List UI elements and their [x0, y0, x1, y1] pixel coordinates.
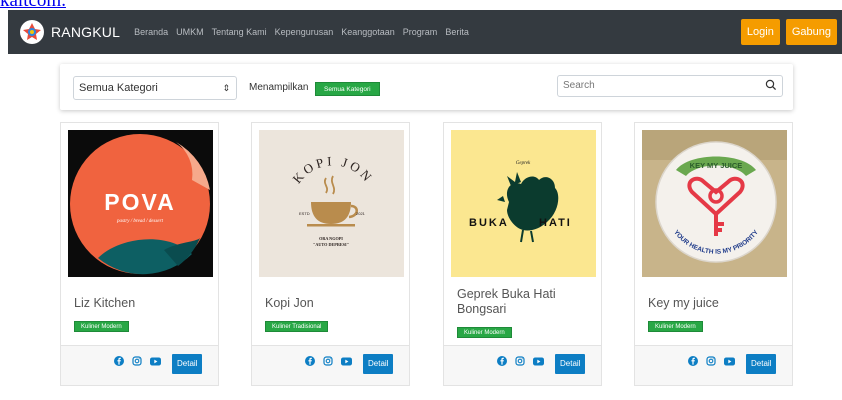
youtube-icon[interactable]: [533, 357, 544, 366]
showing-label: Menampilkan: [249, 82, 309, 93]
nav-link-kepengurusan[interactable]: Kepengurusan: [275, 27, 334, 37]
nav-link-program[interactable]: Program: [403, 27, 438, 37]
social-links: [497, 356, 552, 366]
youtube-icon[interactable]: [150, 357, 161, 366]
umkm-card: KEY MY JUICE YOUR HEALTH IS MY PRIORITY …: [634, 122, 793, 386]
detail-button[interactable]: Detail: [172, 354, 203, 374]
facebook-icon[interactable]: [114, 356, 124, 366]
card-logo-image: POVA pastry / bread / dessert: [68, 130, 213, 277]
nav-link-umkm[interactable]: UMKM: [176, 27, 204, 37]
nav-link-tentang-kami[interactable]: Tentang Kami: [212, 27, 267, 37]
category-select[interactable]: Semua Kategori ⇕: [73, 76, 237, 100]
nav-links: Beranda UMKM Tentang Kami Kepengurusan K…: [134, 27, 477, 37]
page: kaltcom. RANGKUL Beranda UMKM Tentang Ka…: [0, 0, 842, 400]
nav-link-beranda[interactable]: Beranda: [134, 27, 168, 37]
nav-actions: Login Gabung: [735, 19, 837, 45]
instagram-icon[interactable]: [706, 356, 716, 366]
join-button[interactable]: Gabung: [785, 19, 837, 45]
umkm-card: POVA pastry / bread / dessert Liz Kitche…: [60, 122, 219, 386]
card-title[interactable]: Geprek Buka Hati Bongsari: [457, 287, 592, 317]
category-badge: Kuliner Modern: [74, 321, 129, 332]
detail-button[interactable]: Detail: [555, 354, 586, 374]
top-strip: kaltcom.: [0, 0, 842, 10]
facebook-icon[interactable]: [688, 356, 698, 366]
card-title[interactable]: Kopi Jon: [265, 296, 314, 311]
kopi-jon-year: 2021: [356, 211, 366, 216]
select-caret-icon: ⇕: [222, 83, 230, 93]
category-badge: Kuliner Modern: [457, 327, 512, 338]
instagram-icon[interactable]: [323, 356, 333, 366]
card-title[interactable]: Key my juice: [648, 296, 719, 311]
geprek-logo-top: Geprek: [516, 161, 531, 166]
pova-logo-subtext: pastry / bread / dessert: [116, 219, 164, 224]
geprek-logo-right: HATI: [539, 217, 572, 229]
pova-logo-text: POVA: [104, 189, 175, 215]
search-icon[interactable]: [765, 79, 777, 91]
next-row-peek: [60, 394, 794, 400]
detail-button[interactable]: Detail: [746, 354, 777, 374]
nav-link-keanggotaan[interactable]: Keanggotaan: [341, 27, 395, 37]
login-button[interactable]: Login: [740, 19, 780, 45]
showing-badge: Semua Kategori: [315, 82, 380, 96]
category-badge: Kuliner Tradisional: [265, 321, 329, 332]
brand[interactable]: RANGKUL: [20, 20, 120, 44]
kopi-jon-tagline-1: ORA NGOPI: [319, 236, 343, 241]
social-links: [305, 356, 360, 366]
youtube-icon[interactable]: [341, 357, 352, 366]
facebook-icon[interactable]: [497, 356, 507, 366]
geprek-logo-left: BUKA: [469, 217, 509, 229]
filter-bar: Semua Kategori ⇕ Menampilkan Semua Kateg…: [60, 64, 793, 110]
umkm-card: Geprek BUKA HATI Geprek Buka Hati Bongsa…: [443, 122, 602, 386]
brand-logo-icon: [20, 20, 44, 44]
category-badge: Kuliner Modern: [648, 321, 703, 332]
search-placeholder: Search: [563, 80, 595, 91]
instagram-icon[interactable]: [515, 356, 525, 366]
key-juice-logo-top: KEY MY JUICE: [690, 161, 743, 170]
category-select-value: Semua Kategori: [79, 82, 158, 94]
card-logo-image: Geprek BUKA HATI: [451, 130, 596, 277]
card-logo-image: KOPI JON ESTD 2021 ORA NGOPI "AUTO DEPRE…: [259, 130, 404, 277]
umkm-card: KOPI JON ESTD 2021 ORA NGOPI "AUTO DEPRE…: [251, 122, 410, 386]
card-title[interactable]: Liz Kitchen: [74, 296, 135, 311]
card-footer: Detail: [444, 345, 601, 385]
facebook-icon[interactable]: [305, 356, 315, 366]
search-input[interactable]: Search: [557, 75, 783, 97]
card-footer: Detail: [61, 345, 218, 385]
instagram-icon[interactable]: [132, 356, 142, 366]
card-footer: Detail: [252, 345, 409, 385]
top-link[interactable]: kaltcom.: [0, 0, 66, 10]
social-links: [688, 356, 743, 366]
social-links: [114, 356, 169, 366]
kopi-jon-tagline-2: "AUTO DEPRESI": [313, 242, 349, 247]
card-logo-image: KEY MY JUICE YOUR HEALTH IS MY PRIORITY: [642, 130, 787, 277]
brand-name: RANGKUL: [51, 24, 121, 40]
navbar: RANGKUL Beranda UMKM Tentang Kami Kepeng…: [8, 10, 842, 54]
detail-button[interactable]: Detail: [363, 354, 394, 374]
card-footer: Detail: [635, 345, 792, 385]
nav-link-berita[interactable]: Berita: [445, 27, 469, 37]
youtube-icon[interactable]: [724, 357, 735, 366]
kopi-jon-est: ESTD: [299, 211, 310, 216]
